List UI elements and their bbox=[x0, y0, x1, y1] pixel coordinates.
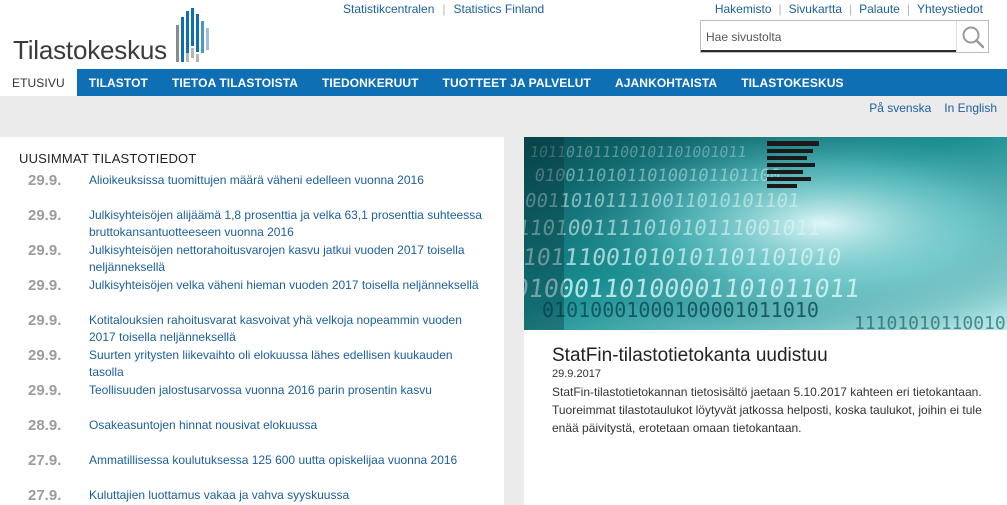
news-date: 27.9. bbox=[28, 487, 62, 504]
news-link[interactable]: Kotitalouksien rahoitusvarat kasvoivat y… bbox=[89, 312, 484, 346]
feature-panel: 101101011100101101001011 010011010110100… bbox=[524, 137, 1007, 505]
news-date: 29.9. bbox=[28, 382, 62, 399]
search-input[interactable] bbox=[701, 21, 957, 52]
feature-title-link[interactable]: StatFin-tilastotietokanta uudistuu bbox=[552, 345, 828, 367]
list-item: 29.9. Suurten yritysten liikevaihto oli … bbox=[0, 345, 504, 380]
utility-nav: Hakemisto | Sivukartta | Palaute | Yhtey… bbox=[715, 2, 983, 16]
search-underline bbox=[701, 50, 957, 52]
news-date: 29.9. bbox=[28, 312, 62, 329]
news-link[interactable]: Teollisuuden jalostusarvossa vuonna 2016… bbox=[89, 382, 484, 399]
news-link[interactable]: Ammatillisessa koulutuksessa 125 600 uut… bbox=[89, 452, 484, 469]
list-item: 29.9. Julkisyhteisöjen velka väheni hiem… bbox=[0, 275, 504, 310]
main-nav: ETUSIVU TILASTOT TIETOA TILASTOISTA TIED… bbox=[0, 69, 1007, 96]
nav-etusivu[interactable]: ETUSIVU bbox=[0, 69, 77, 96]
list-item: 27.9. Kuluttajien luottamus vakaa ja vah… bbox=[0, 485, 504, 505]
feature-hero-image[interactable]: 101101011100101101001011 010011010110100… bbox=[524, 137, 1007, 330]
nav-ajankohtaista[interactable]: AJANKOHTAISTA bbox=[603, 69, 729, 96]
nav-tiedonkeruut[interactable]: TIEDONKERUUT bbox=[310, 69, 431, 96]
feature-body-text: StatFin-tilastotietokannan tietosisältö … bbox=[552, 385, 982, 435]
news-link[interactable]: Alioikeuksissa tuomittujen määrä väheni … bbox=[89, 172, 484, 189]
separator: | bbox=[778, 2, 782, 16]
list-item: 29.9. Alioikeuksissa tuomittujen määrä v… bbox=[0, 170, 504, 205]
news-link[interactable]: Osakeasuntojen hinnat nousivat elokuussa bbox=[89, 417, 484, 434]
news-date: 29.9. bbox=[28, 172, 62, 189]
search-box bbox=[700, 20, 989, 53]
list-item: 29.9. Kotitalouksien rahoitusvarat kasvo… bbox=[0, 310, 504, 345]
nav-tilastokeskus[interactable]: TILASTOKESKUS bbox=[729, 69, 855, 96]
binary-data-image: 101101011100101101001011 010011010110100… bbox=[524, 137, 1007, 330]
link-hakemisto[interactable]: Hakemisto bbox=[715, 2, 772, 16]
link-yhteystiedot[interactable]: Yhteystiedot bbox=[917, 2, 983, 16]
news-date: 29.9. bbox=[28, 207, 62, 224]
news-date: 27.9. bbox=[28, 452, 62, 469]
logo-text: Tilastokeskus bbox=[13, 35, 167, 65]
link-in-english[interactable]: In English bbox=[944, 101, 997, 115]
news-link[interactable]: Julkisyhteisöjen velka väheni hieman vuo… bbox=[89, 277, 484, 294]
link-pa-svenska[interactable]: På svenska bbox=[869, 101, 931, 115]
hero-binary-line: 010011010110100101101100 bbox=[533, 166, 781, 186]
nav-tietoa-tilastoista[interactable]: TIETOA TILASTOISTA bbox=[160, 69, 310, 96]
feature-date: 29.9.2017 bbox=[552, 368, 601, 380]
link-statistics-finland[interactable]: Statistics Finland bbox=[454, 2, 545, 16]
list-item: 29.9. Julkisyhteisöjen alijäämä 1,8 pros… bbox=[0, 205, 504, 240]
news-link[interactable]: Julkisyhteisöjen alijäämä 1,8 prosenttia… bbox=[89, 207, 484, 241]
list-item: 29.9. Julkisyhteisöjen nettorahoitusvaro… bbox=[0, 240, 504, 275]
logo-bars-icon bbox=[176, 8, 209, 62]
link-statistikcentralen[interactable]: Statistikcentralen bbox=[343, 2, 434, 16]
latest-statistics-heading: UUSIMMAT TILASTOTIEDOT bbox=[19, 151, 197, 166]
news-date: 29.9. bbox=[28, 242, 62, 259]
search-icon bbox=[962, 26, 984, 48]
list-item: 28.9. Osakeasuntojen hinnat nousivat elo… bbox=[0, 415, 504, 450]
list-item: 29.9. Teollisuuden jalostusarvossa vuonn… bbox=[0, 380, 504, 415]
news-link[interactable]: Kuluttajien luottamus vakaa ja vahva syy… bbox=[89, 487, 484, 504]
language-links: På svenska In English bbox=[869, 101, 997, 115]
site-logo[interactable]: Tilastokeskus bbox=[13, 8, 218, 66]
nav-tuotteet-ja-palvelut[interactable]: TUOTTEET JA PALVELUT bbox=[431, 69, 603, 96]
news-list: 29.9. Alioikeuksissa tuomittujen määrä v… bbox=[0, 170, 504, 505]
separator: | bbox=[906, 2, 910, 16]
news-date: 28.9. bbox=[28, 417, 62, 434]
news-link[interactable]: Julkisyhteisöjen nettorahoitusvarojen ka… bbox=[89, 242, 484, 276]
link-sivukartta[interactable]: Sivukartta bbox=[789, 2, 842, 16]
nav-tilastot[interactable]: TILASTOT bbox=[77, 69, 160, 96]
hero-binary-line: 1110101011001010110110 bbox=[854, 313, 1007, 330]
latest-statistics-panel: UUSIMMAT TILASTOTIEDOT 29.9. Alioikeuksi… bbox=[0, 137, 504, 505]
search-button[interactable] bbox=[956, 21, 988, 52]
site-header: Tilastokeskus Statistikcentralen | Stati… bbox=[0, 0, 1007, 69]
hero-binary-line: 110100111101010111001011 bbox=[524, 215, 822, 240]
language-site-links: Statistikcentralen | Statistics Finland bbox=[343, 2, 544, 16]
hero-binary-line: 01010001000100001011010 bbox=[542, 298, 819, 322]
news-date: 29.9. bbox=[28, 277, 62, 294]
list-item: 27.9. Ammatillisessa koulutuksessa 125 6… bbox=[0, 450, 504, 485]
link-palaute[interactable]: Palaute bbox=[859, 2, 900, 16]
separator: | bbox=[849, 2, 853, 16]
news-date: 29.9. bbox=[28, 347, 62, 364]
hero-binary-line: 001101011110011010101101 bbox=[524, 189, 801, 212]
hero-binary-line: 010111001010101101101010 bbox=[524, 245, 843, 271]
separator: | bbox=[442, 2, 446, 16]
news-link[interactable]: Suurten yritysten liikevaihto oli elokuu… bbox=[89, 347, 484, 381]
